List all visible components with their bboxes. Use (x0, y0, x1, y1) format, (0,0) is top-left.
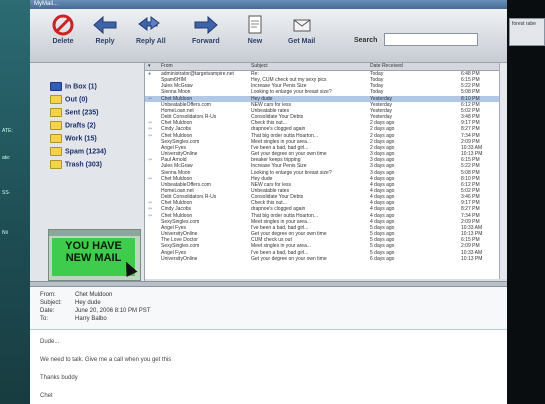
desktop-fragment: ATE: (2, 128, 13, 134)
reply-all-icon (138, 16, 160, 31)
new-label: New (247, 38, 263, 45)
row-from: UniversityOnline (161, 255, 198, 262)
folder-out[interactable]: Out (0) (50, 95, 88, 104)
folder-work[interactable]: Work (15) (50, 134, 97, 143)
preview-subject-value: Hey dude (75, 300, 101, 306)
preview-subject-key: Subject: (40, 300, 62, 306)
body-line: Chet (40, 393, 53, 399)
search-input[interactable] (384, 33, 478, 46)
column-date[interactable]: Date Received (370, 63, 403, 69)
folder-drafts[interactable]: Drafts (2) (50, 121, 96, 130)
folder-label: Spam (1234) (65, 148, 107, 156)
reply-all-label: Reply All (136, 38, 166, 45)
preview-to-key: To: (40, 316, 49, 322)
desktop-fragment: Nii (2, 230, 8, 236)
get-mail-label: Get Mail (288, 38, 316, 45)
message-list: ▾ From Subject Date Received ● administra… (145, 63, 507, 279)
delete-icon (52, 14, 74, 36)
notification-titlebar[interactable] (49, 230, 140, 236)
forward-arrow-icon (194, 15, 218, 35)
search-label: Search (354, 37, 378, 44)
folder-icon (50, 134, 62, 143)
folder-icon (50, 147, 62, 156)
preview-from-key: From: (40, 292, 56, 298)
preview-date-value: June 20, 2006 8:10 PM PST (75, 308, 151, 314)
background-window[interactable]: forest rabe (509, 18, 545, 46)
folder-inbox[interactable]: In Box (1) (50, 82, 97, 91)
message-preview: From: Chet Muldoon Subject: Hey dude Dat… (30, 287, 507, 404)
preview-body: Dude... We need to talk. Give me a call … (40, 339, 171, 404)
folder-label: Trash (303) (65, 161, 102, 169)
row-date: 6 days ago (370, 255, 395, 262)
folder-icon (50, 95, 62, 104)
reply-all-button[interactable]: Reply All (136, 14, 166, 45)
folder-icon (50, 121, 62, 130)
desktop-fragment: SS· (2, 190, 11, 196)
folder-spam[interactable]: Spam (1234) (50, 147, 106, 156)
message-rows: ● administrator@targetvampire.net Re: Today… (145, 71, 507, 262)
preview-to-value: Harry Balbo (75, 316, 107, 322)
body-line: We need to talk. Give me a call when you… (40, 357, 172, 363)
notification-line: YOU HAVE (65, 240, 122, 252)
folder-icon (50, 108, 62, 117)
row-subject: Get your degree on your own time (251, 255, 327, 262)
row-time: 10:13 PM (461, 255, 483, 262)
folder-icon (50, 160, 62, 169)
delete-label: Delete (52, 38, 74, 45)
desktop-left-edge: ATE: ate: SS· Nii (0, 0, 30, 404)
desktop-right-edge: forest rabe (507, 0, 545, 404)
folder-label: Drafts (2) (65, 122, 96, 130)
reply-label: Reply (95, 38, 115, 45)
get-mail-button[interactable]: Get Mail (288, 14, 315, 45)
delete-button[interactable]: Delete (52, 14, 74, 45)
body-line: Thanks buddy (40, 375, 78, 381)
reply-button[interactable]: Reply (92, 14, 118, 45)
background-window-title: forest rabe (512, 21, 536, 27)
preview-header: From: Chet Muldoon Subject: Hey dude Dat… (30, 287, 507, 330)
folder-icon (50, 82, 62, 91)
preview-from-value: Chet Muldoon (75, 292, 113, 298)
table-row[interactable]: UniversityOnline Get your degree on your … (145, 256, 507, 262)
column-from[interactable]: From (161, 63, 173, 69)
folder-sent[interactable]: Sent (235) (50, 108, 98, 117)
preview-date-key: Date: (40, 308, 55, 314)
body-line: Dude... (40, 339, 60, 345)
column-subject[interactable]: Subject (251, 63, 268, 69)
folder-label: Out (0) (65, 96, 88, 104)
folder-label: Work (15) (65, 135, 97, 143)
new-message-icon (248, 15, 262, 34)
forward-label: Forward (192, 38, 220, 45)
folder-trash[interactable]: Trash (303) (50, 160, 102, 169)
window-titlebar[interactable]: MyMail... (30, 0, 507, 9)
folder-label: In Box (1) (65, 83, 97, 91)
toolbar: Delete Reply Reply All Forward New Get M… (30, 9, 507, 63)
message-list-scrollbar[interactable] (499, 63, 507, 279)
new-button[interactable]: New (246, 14, 264, 45)
reply-arrow-icon (93, 15, 117, 35)
status-column-icon[interactable]: ▾ (148, 63, 151, 69)
mail-window: MyMail... Delete Reply Reply All Forward… (30, 0, 507, 404)
desktop-fragment: ate: (2, 155, 11, 161)
forward-button[interactable]: Forward (192, 14, 220, 45)
get-mail-icon (293, 19, 311, 32)
message-list-header: ▾ From Subject Date Received (145, 63, 507, 71)
folder-label: Sent (235) (65, 109, 99, 117)
